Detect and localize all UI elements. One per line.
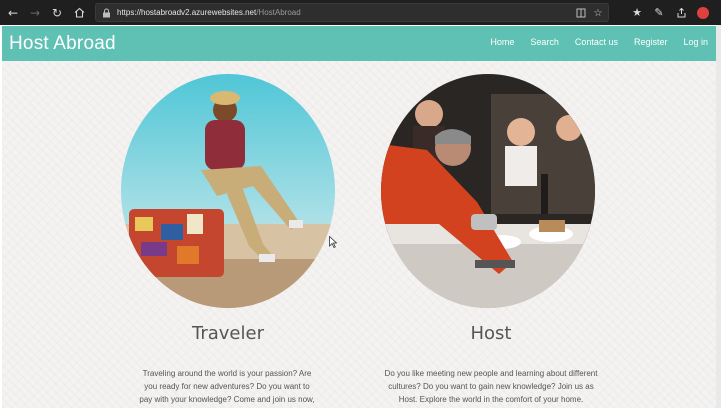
favorites-icon[interactable]: ★ <box>629 4 645 20</box>
nav-log-in[interactable]: Log in <box>683 37 708 47</box>
nav-search[interactable]: Search <box>530 37 559 47</box>
reading-view-icon[interactable] <box>574 6 588 20</box>
host-description: Do you like meeting new people and learn… <box>384 369 598 404</box>
address-bar[interactable]: https://hostabroadv2.azurewebsites.net/H… <box>95 3 609 22</box>
nav-register[interactable]: Register <box>634 37 668 47</box>
share-icon[interactable] <box>673 4 689 20</box>
host-title: Host <box>470 323 512 344</box>
nav-contact-us[interactable]: Contact us <box>575 37 618 47</box>
nav-home[interactable]: Home <box>490 37 514 47</box>
site-brand[interactable]: Host Abroad <box>9 33 116 55</box>
home-icon[interactable] <box>70 4 88 22</box>
mouse-cursor-icon <box>329 235 338 253</box>
traveler-image[interactable] <box>121 74 335 308</box>
main-nav: Home Search Contact us Register Log in <box>474 37 708 47</box>
page-scrollbar[interactable] <box>716 25 721 408</box>
pen-icon[interactable]: ✎ <box>651 4 667 20</box>
host-card: Host Do you like meeting new people and … <box>371 61 611 408</box>
refresh-icon[interactable]: ↻ <box>48 4 66 22</box>
lock-icon <box>100 7 112 19</box>
site-header: Host Abroad Home Search Contact us Regis… <box>2 26 716 61</box>
traveler-description: Traveling around the world is your passi… <box>139 369 315 404</box>
address-url: https://hostabroadv2.azurewebsites.net/H… <box>117 8 301 17</box>
browser-toolbar: ← → ↻ https://hostabroadv2.azurewebsites… <box>0 0 721 25</box>
star-icon[interactable]: ☆ <box>591 6 605 20</box>
traveler-title: Traveler <box>192 323 264 344</box>
host-image[interactable] <box>381 74 595 308</box>
page-content: Traveler Traveling around the world is y… <box>2 61 716 408</box>
traveler-card: Traveler Traveling around the world is y… <box>111 61 351 408</box>
forward-arrow-icon[interactable]: → <box>26 4 44 22</box>
profile-icon[interactable] <box>695 4 711 20</box>
back-arrow-icon[interactable]: ← <box>4 4 22 22</box>
